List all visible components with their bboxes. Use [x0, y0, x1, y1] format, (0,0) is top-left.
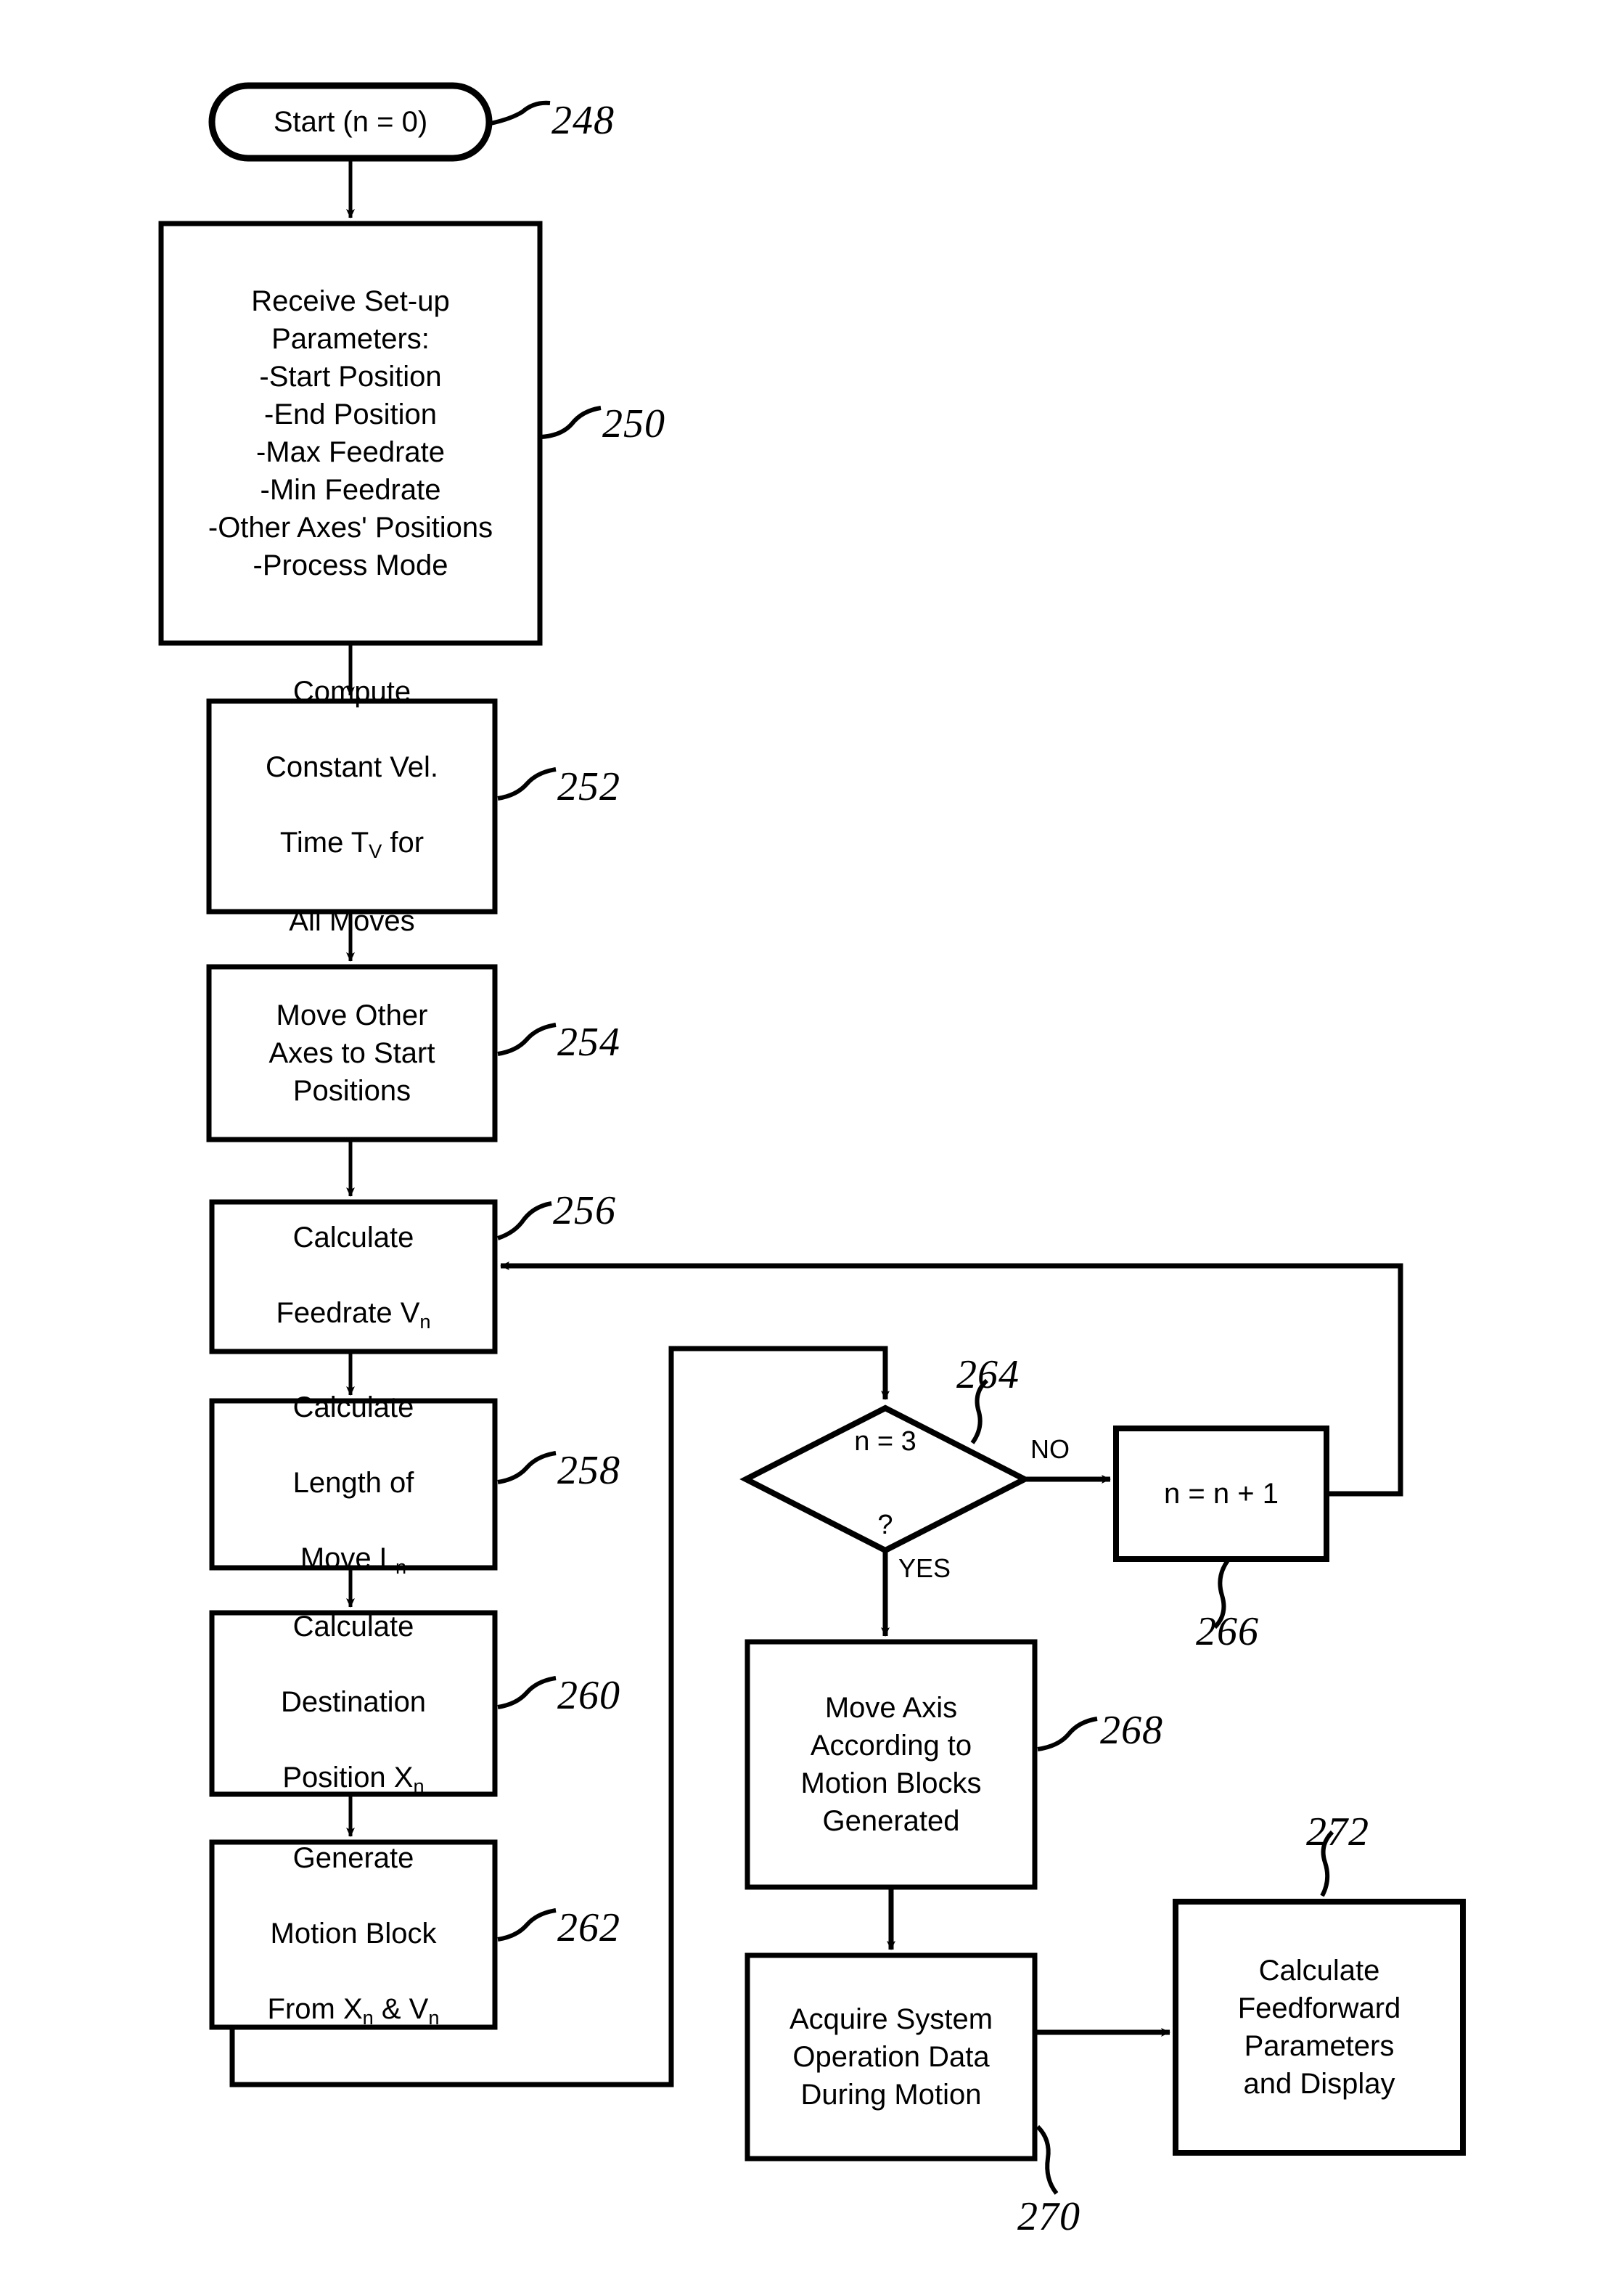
ref-number-270: 270	[1017, 2194, 1080, 2239]
ref-number-252: 252	[557, 764, 620, 809]
calc-feedrate-box-shape	[209, 1199, 498, 1354]
acquire-data-box-shape	[745, 1952, 1038, 2161]
edge-label-yes: YES	[898, 1553, 951, 1583]
leader-262	[497, 1908, 557, 1942]
leader-252	[497, 767, 557, 801]
ref-number-250: 250	[602, 401, 665, 446]
leader-250	[541, 406, 602, 439]
leader-268	[1037, 1717, 1098, 1751]
ref-number-266: 266	[1196, 1609, 1259, 1654]
edge-label-no: NO	[1030, 1434, 1070, 1464]
flowchart-connector-layer	[158, 82, 1466, 2195]
generate-motion-block-box-shape	[209, 1839, 498, 2030]
calc-destination-box-shape	[209, 1610, 498, 1797]
leader-248	[490, 100, 551, 126]
ref-number-254: 254	[557, 1020, 620, 1065]
compute-const-vel-box-shape	[206, 698, 498, 915]
leader-260	[497, 1676, 557, 1709]
receive-setup-box-shape	[158, 221, 543, 646]
move-other-axes-box-shape	[206, 964, 498, 1142]
decision-n3-shape	[739, 1404, 1031, 1554]
move-axis-box-shape	[745, 1639, 1038, 1890]
ref-number-264: 264	[956, 1352, 1020, 1397]
leader-254	[497, 1023, 557, 1056]
ref-number-260: 260	[557, 1673, 620, 1718]
start-node-shape	[208, 82, 493, 162]
leader-270	[1035, 2124, 1059, 2195]
ref-number-268: 268	[1100, 1708, 1163, 1753]
ref-number-272: 272	[1306, 1809, 1369, 1854]
calc-feedforward-box-shape	[1173, 1899, 1466, 2156]
leader-258	[497, 1451, 557, 1484]
flowchart-figure: Start (n = 0) 248 Receive Set-up Paramet…	[0, 0, 1624, 2274]
leader-256	[497, 1201, 552, 1240]
ref-number-258: 258	[557, 1448, 620, 1493]
calc-length-box-shape	[209, 1398, 498, 1571]
ref-number-256: 256	[553, 1188, 616, 1233]
increment-n-box-shape	[1113, 1426, 1329, 1562]
ref-number-262: 262	[557, 1905, 620, 1950]
ref-number-248: 248	[551, 98, 615, 143]
